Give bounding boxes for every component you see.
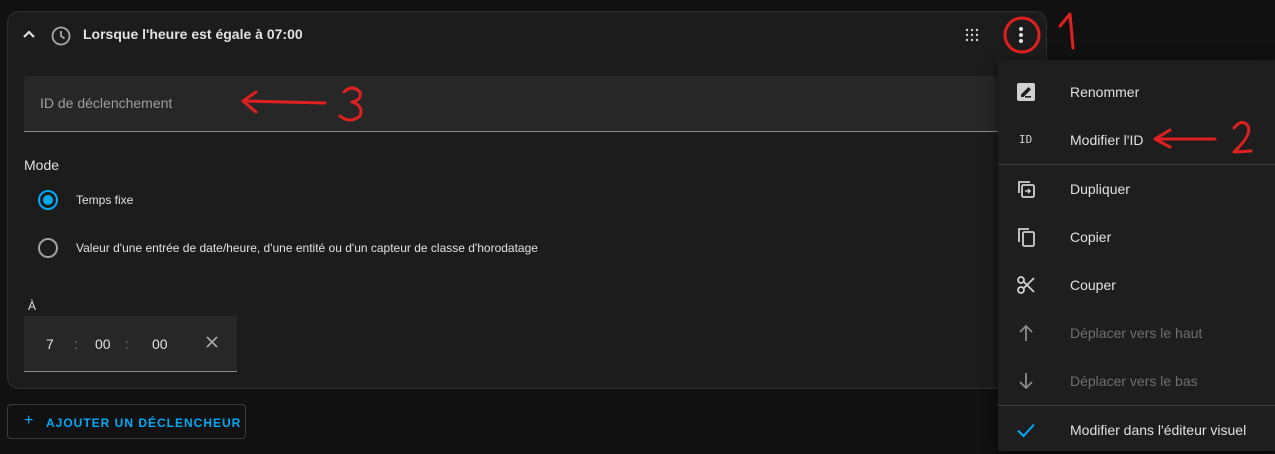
time-picker[interactable]: 7 : 00 : 00	[24, 316, 237, 372]
trigger-id-placeholder: ID de déclenchement	[40, 95, 173, 111]
time-minutes[interactable]: 00	[95, 336, 111, 352]
more-vert-icon[interactable]	[1011, 25, 1031, 45]
add-trigger-label: AJOUTER UN DÉCLENCHEUR	[46, 416, 242, 430]
id-icon: ID	[1019, 133, 1033, 146]
menu-item-label: Renommer	[1070, 84, 1140, 100]
copy-icon	[1018, 228, 1035, 247]
menu-item-visual-editor[interactable]: Modifier dans l'éditeur visuel	[998, 406, 1275, 454]
time-separator: :	[125, 336, 129, 352]
add-trigger-button[interactable]: + AJOUTER UN DÉCLENCHEUR	[7, 404, 246, 439]
mode-label: Mode	[24, 157, 60, 173]
radio-entity-time-label[interactable]: Valeur d'une entrée de date/heure, d'une…	[76, 241, 538, 255]
menu-item-move-down[interactable]: Déplacer vers le bas	[998, 357, 1275, 405]
time-at-label: À	[28, 299, 37, 313]
rename-icon	[1017, 83, 1035, 101]
menu-item-duplicate[interactable]: Dupliquer	[998, 165, 1275, 213]
menu-item-rename[interactable]: Renommer	[998, 68, 1275, 116]
menu-item-label: Copier	[1070, 229, 1112, 245]
radio-entity-time[interactable]	[38, 238, 58, 258]
check-icon	[1017, 423, 1035, 438]
menu-item-edit-id[interactable]: ID Modifier l'ID	[998, 116, 1275, 164]
menu-item-label: Dupliquer	[1070, 181, 1130, 197]
arrow-down-icon	[1019, 373, 1033, 390]
clock-icon	[51, 26, 71, 46]
annotation-mark-1	[1058, 12, 1075, 50]
radio-fixed-time[interactable]	[38, 190, 58, 210]
duplicate-icon	[1018, 181, 1035, 198]
menu-item-label: Couper	[1070, 277, 1116, 293]
plus-icon: +	[24, 412, 34, 429]
arrow-up-icon	[1019, 324, 1033, 341]
time-seconds[interactable]: 00	[152, 336, 168, 352]
trigger-id-field[interactable]: ID de déclenchement	[24, 76, 1000, 132]
menu-item-copy[interactable]: Copier	[998, 213, 1275, 261]
radio-fixed-time-label[interactable]: Temps fixe	[76, 193, 133, 207]
time-separator: :	[74, 336, 78, 352]
scissors-icon	[1017, 276, 1035, 294]
menu-item-move-up[interactable]: Déplacer vers le haut	[998, 309, 1275, 357]
clear-icon[interactable]	[205, 335, 219, 349]
overflow-menu: Renommer ID Modifier l'ID Dupliquer Copi…	[998, 60, 1275, 451]
menu-item-label: Modifier l'ID	[1070, 132, 1144, 148]
menu-item-label: Déplacer vers le haut	[1070, 325, 1203, 341]
menu-item-label: Modifier dans l'éditeur visuel	[1070, 422, 1247, 438]
chevron-up-icon[interactable]	[20, 26, 38, 44]
menu-item-label: Déplacer vers le bas	[1070, 373, 1198, 389]
trigger-title[interactable]: Lorsque l'heure est égale à 07:00	[83, 26, 303, 42]
time-hours[interactable]: 7	[46, 336, 54, 352]
drag-handle-icon[interactable]	[965, 28, 979, 42]
menu-item-cut[interactable]: Couper	[998, 261, 1275, 309]
